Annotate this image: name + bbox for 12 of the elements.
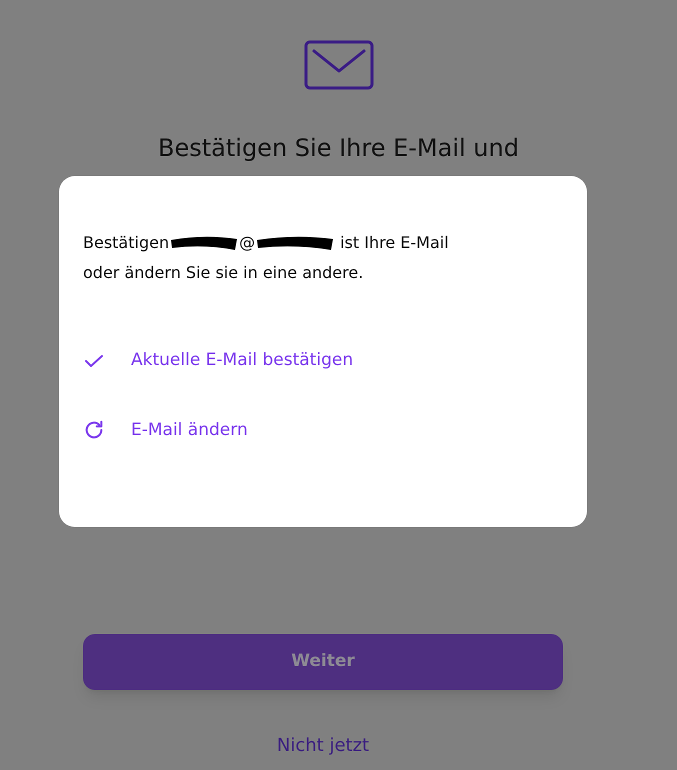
- message-text: ist Ihre E-Mail: [340, 232, 449, 254]
- option-button[interactable]: E-Mail ändern: [83, 418, 563, 443]
- envelope-icon: [304, 40, 374, 90]
- page-heading: Bestätigen Sie Ihre E-Mail und: [158, 133, 519, 164]
- continue-button[interactable]: Weiter: [83, 634, 563, 690]
- message-text: oder ändern Sie sie in eine andere.: [83, 262, 364, 284]
- option-button[interactable]: Aktuelle E-Mail bestätigen: [83, 348, 563, 374]
- message-text: Bestätigen: [83, 232, 170, 254]
- check-icon: [84, 352, 104, 369]
- message-text: @: [239, 232, 256, 254]
- not-now-link[interactable]: Nicht jetzt: [276, 732, 370, 759]
- refresh-icon: [83, 419, 105, 442]
